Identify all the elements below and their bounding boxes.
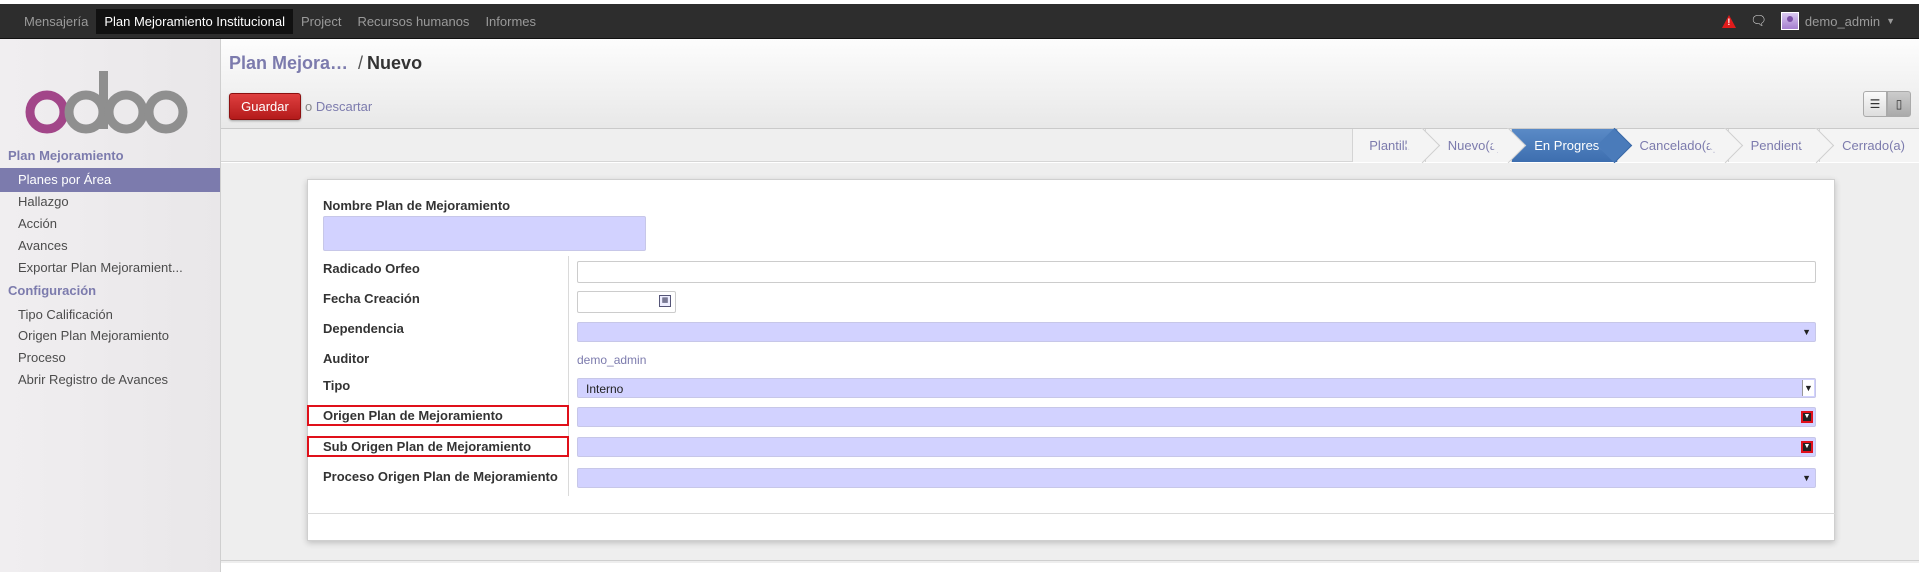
proceso-select[interactable]: ▼ — [577, 468, 1816, 488]
discard-prefix: o — [305, 99, 313, 114]
breadcrumb-current: Nuevo — [367, 53, 423, 73]
proceso-label: Proceso Origen Plan de Mejoramiento — [323, 469, 558, 484]
menu-mensajeria[interactable]: Mensajería — [16, 9, 96, 34]
radicado-input[interactable] — [577, 261, 1816, 283]
sheet-footer-divider — [307, 513, 1835, 514]
discard-group: o Descartar — [305, 99, 372, 114]
suborigen-label: Sub Origen Plan de Mejoramiento — [307, 436, 569, 457]
list-view-icon[interactable]: ☰ — [1863, 91, 1887, 117]
top-menu: Mensajería Plan Mejoramiento Institucion… — [0, 4, 544, 38]
sidebar-section-configuracion: Configuración — [8, 283, 97, 298]
view-switcher: ☰ ▯ — [1863, 91, 1911, 117]
dropdown-arrow-icon: ▼ — [1802, 473, 1811, 483]
user-avatar — [1780, 12, 1799, 30]
suborigen-select[interactable]: ▼ — [577, 437, 1816, 457]
menu-recursos-humanos[interactable]: Recursos humanos — [349, 9, 477, 34]
dropdown-arrow-icon: ▼ — [1802, 327, 1811, 337]
view-header: Plan Mejora… / Nuevo Guardar o Descartar ☰… — [221, 39, 1919, 129]
breadcrumb-parent[interactable]: Plan Mejora… — [229, 53, 348, 73]
user-menu[interactable]: demo_admin ▼ — [1780, 12, 1895, 30]
origen-select[interactable]: ▼ — [577, 407, 1816, 427]
sidebar: Plan Mejoramiento Planes por Área Hallaz… — [0, 39, 221, 572]
breadcrumb-separator: / — [358, 53, 364, 73]
warning-icon[interactable] — [1722, 14, 1737, 28]
calendar-icon[interactable]: ▦ — [659, 295, 671, 307]
breadcrumb: Plan Mejora… / Nuevo — [229, 53, 422, 74]
menu-informes[interactable]: Informes — [477, 9, 544, 34]
auditor-label: Auditor — [323, 351, 370, 366]
dropdown-arrow-icon: ▼ — [1802, 380, 1814, 396]
top-menu-bar: Mensajería Plan Mejoramiento Institucion… — [0, 4, 1919, 39]
radicado-label: Radicado Orfeo — [323, 261, 420, 276]
sidebar-item-planes-por-area[interactable]: Planes por Área — [0, 168, 220, 192]
stage-en-progreso[interactable]: En Progreso — [1511, 129, 1617, 162]
fecha-label: Fecha Creación — [323, 291, 420, 306]
form-view-icon[interactable]: ▯ — [1887, 91, 1911, 117]
auditor-value[interactable]: demo_admin — [577, 353, 646, 367]
dependencia-select[interactable]: ▼ — [577, 322, 1816, 342]
save-button[interactable]: Guardar — [229, 93, 301, 120]
sidebar-item-accion[interactable]: Acción — [0, 212, 220, 236]
topbar-right: 🗨 demo_admin ▼ — [1722, 12, 1919, 30]
sidebar-item-proceso[interactable]: Proceso — [0, 346, 220, 370]
chevron-down-icon: ▼ — [1886, 16, 1895, 26]
sidebar-item-abrir-registro[interactable]: Abrir Registro de Avances — [0, 368, 220, 392]
stage-pipeline: Plantilla Nuevo(a) En Progreso Cancelado… — [1352, 129, 1919, 162]
name-label: Nombre Plan de Mejoramiento — [323, 198, 511, 213]
dropdown-arrow-icon: ▼ — [1801, 441, 1813, 453]
odoo-logo[interactable] — [24, 69, 194, 139]
tipo-label: Tipo — [323, 378, 351, 393]
sidebar-item-exportar[interactable]: Exportar Plan Mejoramient... — [0, 256, 220, 280]
sidebar-item-hallazgo[interactable]: Hallazgo — [0, 190, 220, 214]
tipo-select[interactable]: Interno ▼ — [577, 378, 1816, 398]
status-bar: Plantilla Nuevo(a) En Progreso Cancelado… — [221, 129, 1919, 162]
sidebar-section-plan: Plan Mejoramiento — [8, 148, 124, 163]
bottom-divider — [221, 560, 1919, 561]
dropdown-arrow-icon: ▼ — [1801, 411, 1813, 423]
fecha-input[interactable]: ▦ — [577, 291, 676, 313]
sidebar-item-avances[interactable]: Avances — [0, 234, 220, 258]
stage-cancelado[interactable]: Cancelado(a) — [1616, 129, 1728, 162]
dependencia-label: Dependencia — [323, 321, 404, 336]
user-name: demo_admin — [1804, 13, 1881, 29]
stage-plantilla[interactable]: Plantilla — [1352, 129, 1425, 162]
discard-link[interactable]: Descartar — [316, 99, 372, 114]
menu-project[interactable]: Project — [293, 9, 349, 34]
menu-plan-mejoramiento[interactable]: Plan Mejoramiento Institucional — [96, 8, 293, 34]
label-column-divider — [568, 256, 569, 496]
sidebar-item-origen-plan[interactable]: Origen Plan Mejoramiento — [0, 324, 220, 348]
name-input[interactable] — [323, 216, 646, 251]
origen-label: Origen Plan de Mejoramiento — [307, 405, 569, 426]
chat-icon[interactable]: 🗨 — [1750, 13, 1767, 29]
